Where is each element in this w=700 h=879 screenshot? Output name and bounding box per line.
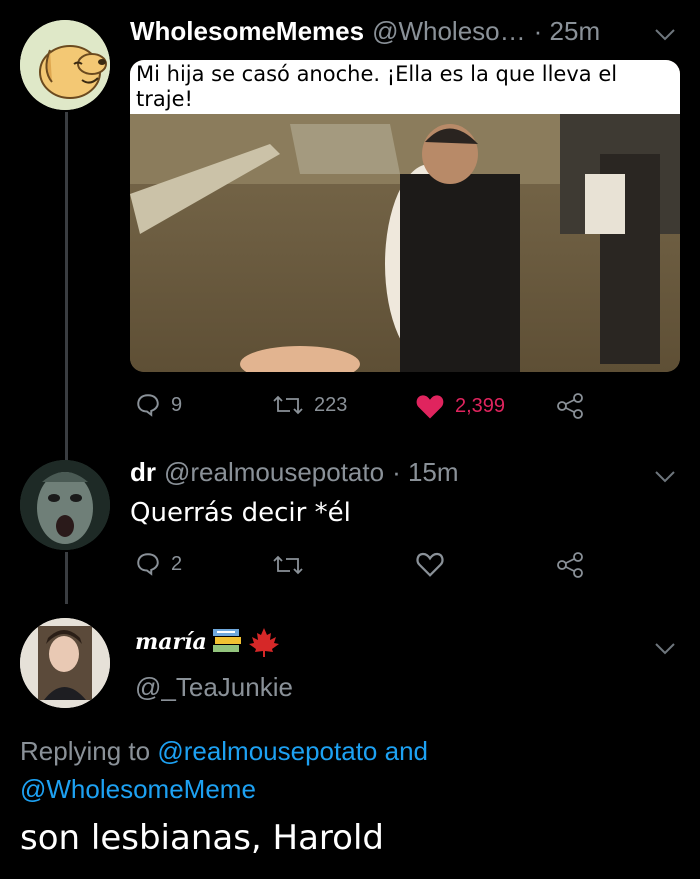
reply-button[interactable]: 9: [135, 392, 182, 418]
replying-to: Replying to @realmousepotato and @Wholes…: [20, 732, 580, 808]
reply-button[interactable]: 2: [135, 551, 182, 577]
author-name[interactable]: WholesomeMemes: [130, 16, 364, 47]
timestamp[interactable]: · 25m: [534, 16, 600, 47]
tweet-media[interactable]: Mi hija se casó anoche. ¡Ella es la que …: [130, 60, 680, 372]
author-name[interactable]: maría: [135, 629, 207, 655]
like-button[interactable]: 2,399: [415, 392, 505, 420]
dog-avatar-icon: [20, 20, 110, 110]
share-icon[interactable]: [556, 552, 586, 583]
tweet-text: son lesbianas, Harold: [20, 818, 384, 858]
wedding-photo: [130, 114, 680, 372]
author-name[interactable]: dr: [130, 457, 156, 488]
person-avatar-icon: [20, 618, 110, 708]
avatar[interactable]: [20, 618, 110, 708]
avatar[interactable]: [20, 20, 110, 110]
reply-icon: [137, 394, 159, 417]
like-count: 2,399: [455, 394, 506, 417]
retweet-button[interactable]: 223: [272, 392, 347, 418]
zombie-avatar-icon: [20, 460, 110, 550]
maple-leaf-icon: [248, 628, 279, 657]
reply-count: 9: [171, 393, 183, 416]
books-emoji-icon: [212, 629, 241, 652]
replying-and[interactable]: and: [385, 736, 428, 766]
chevron-down-icon[interactable]: [654, 636, 676, 662]
tweet-text: Querrás decir *él: [130, 498, 351, 528]
timestamp[interactable]: · 15m: [392, 457, 458, 488]
author-handle[interactable]: @_TeaJunkie: [135, 672, 293, 703]
replying-prefix: Replying to: [20, 736, 151, 766]
media-caption-box: Mi hija se casó anoche. ¡Ella es la que …: [130, 60, 680, 114]
author-handle[interactable]: @realmousepotato: [164, 457, 384, 488]
reply-icon: [137, 553, 159, 576]
replying-user-link[interactable]: @WholesomeMeme: [20, 774, 256, 804]
heart-icon[interactable]: [415, 550, 445, 583]
replying-user-link[interactable]: @realmousepotato: [157, 736, 377, 766]
avatar[interactable]: [20, 460, 110, 550]
author-handle[interactable]: @Wholeso…: [372, 16, 526, 47]
thread-line: [65, 112, 68, 462]
retweet-icon: [273, 395, 303, 415]
heart-filled-icon: [416, 395, 444, 419]
thread-line: [65, 552, 68, 604]
share-icon[interactable]: [556, 393, 586, 424]
retweet-icon[interactable]: [272, 552, 304, 583]
chevron-down-icon[interactable]: [654, 464, 676, 490]
chevron-down-icon[interactable]: [654, 22, 676, 48]
retweet-count: 223: [314, 393, 348, 416]
reply-count: 2: [171, 552, 183, 575]
media-caption: Mi hija se casó anoche. ¡Ella es la que …: [136, 62, 618, 111]
